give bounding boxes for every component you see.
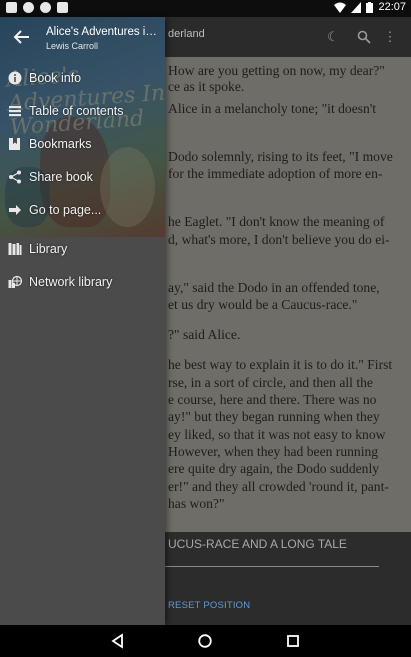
reader-title: derland: [168, 28, 205, 40]
recents-nav-icon[interactable]: [285, 633, 301, 649]
menu-item-share-book[interactable]: Share book: [0, 160, 165, 193]
menu-label: Network library: [29, 274, 113, 289]
menu-label: Share book: [29, 169, 93, 184]
android-icon: [40, 2, 51, 13]
menu-label: Library: [29, 241, 68, 256]
position-slider[interactable]: [165, 566, 379, 567]
skype-icon: [23, 2, 34, 13]
text-line: he best way to explain it is to do it." …: [168, 357, 393, 372]
wifi-icon: [334, 2, 347, 13]
more-vert-icon[interactable]: ⋮: [383, 30, 397, 44]
menu-item-book-info[interactable]: Book info: [0, 61, 165, 94]
text-line: ay," said the Dodo in an offended tone,: [168, 280, 380, 295]
text-line: Alice in a melancholy tone; "it doesn't: [168, 101, 377, 116]
menu-item-library[interactable]: Library: [0, 232, 165, 265]
text-line: e course, here and there. There was no: [168, 392, 377, 407]
signal-icon: [351, 1, 362, 13]
info-icon: [8, 71, 22, 85]
menu-label: Table of contents: [29, 103, 124, 118]
text-line: ce as it spoke.: [168, 79, 245, 94]
book-author: Lewis Carroll: [46, 41, 99, 51]
status-left-icons: [6, 2, 68, 13]
status-time: 22:07: [378, 1, 406, 13]
text-line: How are you getting on now, my dear?": [168, 63, 385, 78]
search-icon[interactable]: [357, 30, 371, 44]
night-mode-icon[interactable]: ☾: [326, 30, 340, 44]
text-line: er!" and they all crowded 'round it, pan…: [168, 479, 389, 494]
text-line: Dodo solemnly, rising to its feet, "I mo…: [168, 149, 393, 164]
status-right-icons: 22:07: [334, 1, 406, 13]
back-arrow-icon[interactable]: [13, 28, 33, 48]
text-line: rse, in a sort of circle, and then all t…: [168, 375, 373, 390]
menu-label: Bookmarks: [29, 136, 92, 151]
menu-label: Go to page...: [29, 202, 102, 217]
status-bar: 22:07: [0, 0, 411, 17]
menu-label: Book info: [29, 70, 82, 85]
text-line: ?" said Alice.: [168, 327, 241, 342]
back-nav-icon[interactable]: [110, 633, 126, 649]
go-to-page-icon: [8, 203, 22, 217]
bookmarks-icon: [8, 137, 22, 151]
navigation-drawer: Alice's Adventures In Wonderland Alice's…: [0, 17, 165, 625]
system-nav-bar: [0, 625, 411, 657]
text-line: has won?": [168, 496, 225, 511]
library-icon: [8, 242, 22, 256]
chapter-label: UCUS-RACE AND A LONG TALE: [168, 537, 347, 551]
drawer-header: Alice's Adventures in Wonderland Lewis C…: [0, 17, 165, 57]
text-line: he Eaglet. "I don't know the meaning of: [168, 214, 385, 229]
menu-item-table-of-contents[interactable]: Table of contents: [0, 94, 165, 127]
text-line: et us dry would be a Caucus-race.": [168, 297, 358, 312]
menu-item-bookmarks[interactable]: Bookmarks: [0, 127, 165, 160]
text-line: ey liked, so that it was not easy to kno…: [168, 427, 386, 442]
list-icon: [8, 104, 22, 118]
text-line: However, when they had been running: [168, 444, 379, 459]
battery-icon: [366, 1, 374, 13]
book-title: Alice's Adventures in Wonderland: [46, 26, 162, 38]
text-line: for the immediate adoption of more en-: [168, 166, 383, 181]
network-library-icon: [8, 275, 22, 289]
reset-position-button[interactable]: RESET POSITION: [168, 600, 250, 611]
cloud-upload-icon: [57, 2, 68, 13]
notification-icon: [6, 2, 17, 13]
home-nav-icon[interactable]: [197, 633, 213, 649]
text-line: ere quite dry again, the Dodo suddenly: [168, 461, 380, 476]
menu-item-network-library[interactable]: Network library: [0, 265, 165, 298]
share-icon: [8, 170, 22, 184]
text-line: ay!" but they began running when they: [168, 409, 380, 424]
text-line: d, what's more, I don't believe you do e…: [168, 232, 390, 247]
menu-item-go-to-page[interactable]: Go to page...: [0, 193, 165, 226]
